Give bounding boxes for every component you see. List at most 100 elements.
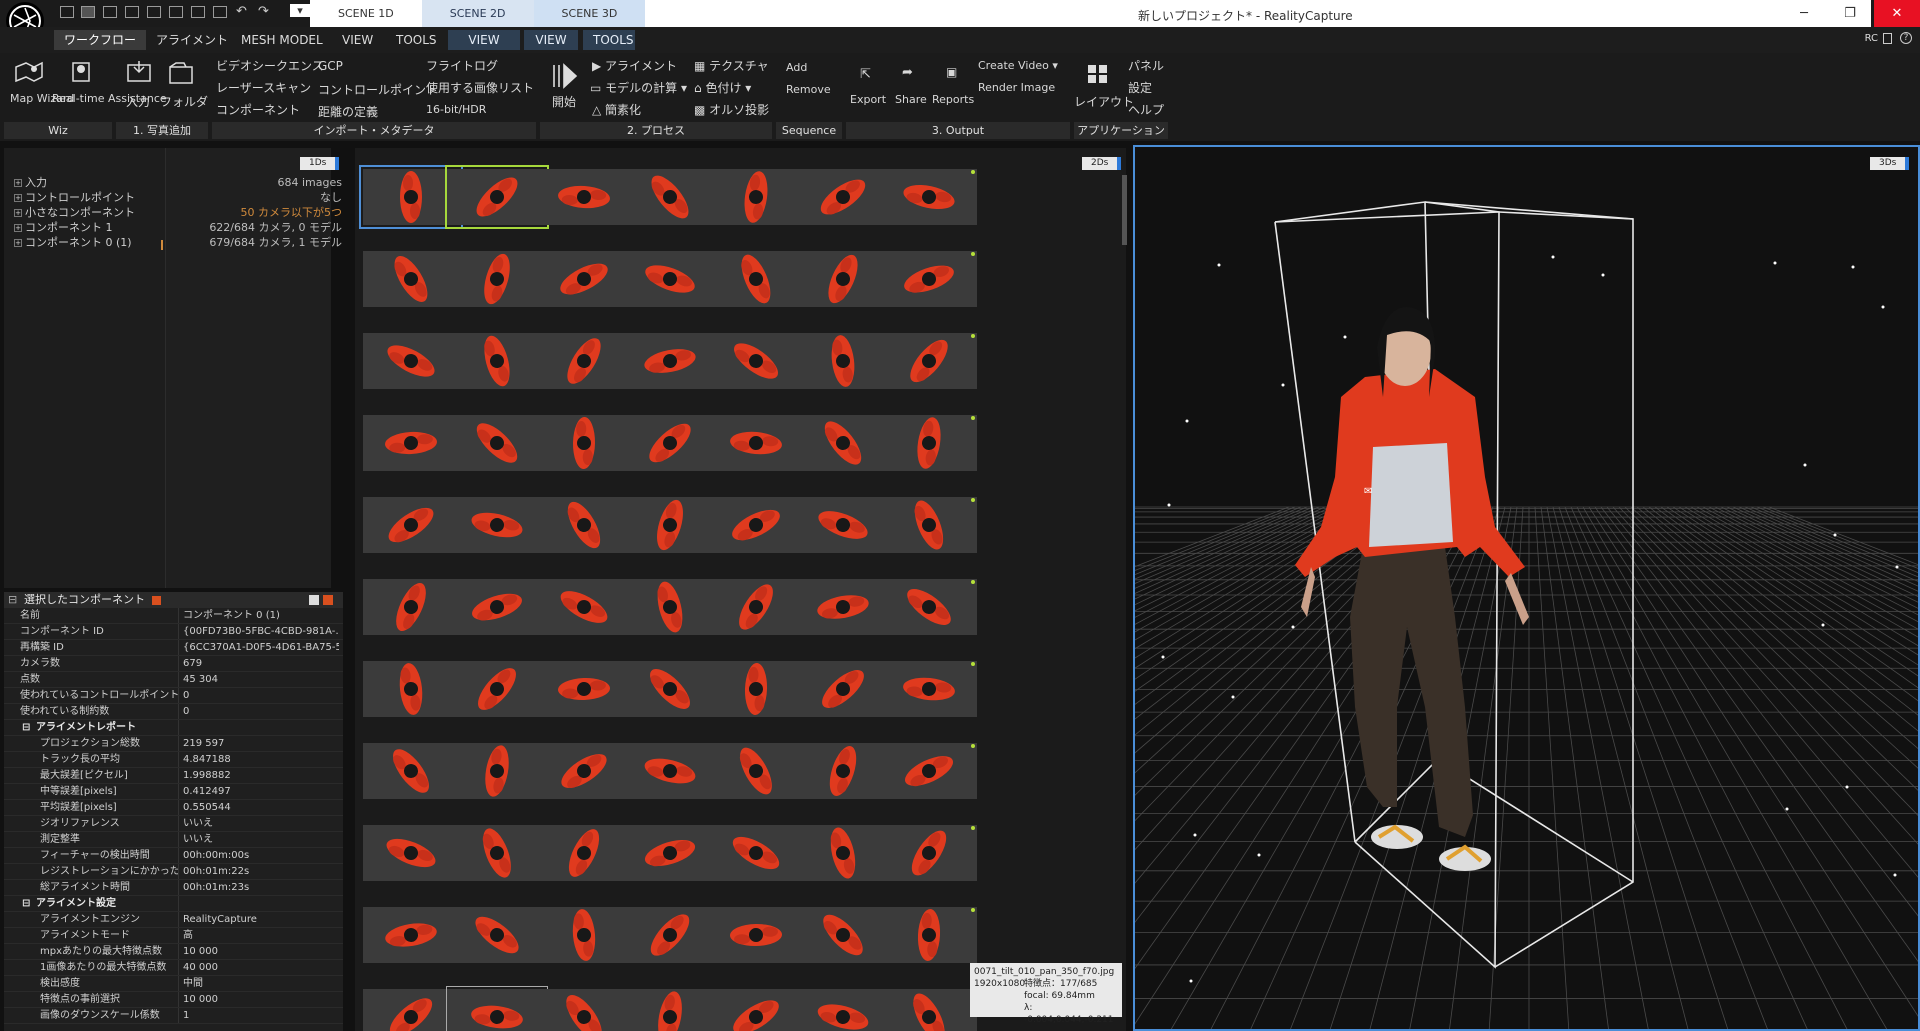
video-sequence-button[interactable]: ビデオシークエンス [216,57,324,74]
undo-icon[interactable]: ↶ [236,4,247,19]
minimize-button[interactable]: ─ [1781,0,1827,27]
image-thumbnail[interactable] [449,497,546,553]
image-thumbnail[interactable] [535,251,632,307]
tab-tools[interactable]: TOOLS [386,30,447,50]
tab-scene-2d[interactable]: SCENE 2D [421,0,534,27]
image-thumbnail[interactable] [363,743,459,799]
scene-3d-canvas[interactable]: ✉ [1135,147,1920,1031]
tree-item-small-components[interactable]: + 小さなコンポーネント [4,205,165,220]
image-thumbnail[interactable] [363,661,459,717]
image-thumbnail[interactable] [363,907,459,963]
tab-scene-1d[interactable]: SCENE 1D [310,0,422,27]
property-row[interactable]: 平均誤差[pixels] 0.550544 [4,800,343,816]
property-row[interactable]: レジストレーションにかかった時間 00h:01m:22s [4,864,343,880]
share-button[interactable]: Share [895,93,927,106]
image-thumbnail[interactable] [535,497,632,553]
property-row[interactable]: mpxあたりの最大特徴点数 10 000 [4,944,343,960]
image-thumbnail[interactable] [708,169,805,225]
expand-icon[interactable]: + [14,224,22,232]
expand-icon[interactable]: + [14,179,22,187]
image-thumbnail[interactable] [708,415,805,471]
image-thumbnail[interactable] [708,907,805,963]
image-list-button[interactable]: 使用する画像リスト [426,79,534,96]
redo-icon[interactable]: ↷ [258,4,269,19]
image-thumbnail[interactable] [449,333,546,389]
pin-icon[interactable] [309,595,319,605]
image-thumbnail[interactable] [445,165,550,229]
expand-icon[interactable]: + [14,194,22,202]
image-thumbnail[interactable] [880,907,977,963]
tree-item-control-points[interactable]: + コントロールポイント [4,190,165,205]
image-thumbnail[interactable] [446,986,549,1031]
realtime-assistance-button[interactable]: Real-time Assistance [52,93,167,105]
property-row[interactable]: コンポーネント ID {00FD73B0-5FBC-4CBD-981A-… [4,624,343,640]
image-thumbnail[interactable] [708,333,805,389]
collapse-icon[interactable]: ⊟ [8,592,17,608]
property-row[interactable]: 1画像あたりの最大特徴点数 40 000 [4,960,343,976]
image-thumbnail[interactable] [363,415,459,471]
image-thumbnail[interactable] [794,579,891,635]
sequence-remove-button[interactable]: Remove [786,83,831,96]
image-thumbnail[interactable] [708,825,805,881]
image-thumbnail[interactable] [794,497,891,553]
image-thumbnail[interactable] [708,743,805,799]
quick-layout-icon[interactable] [60,6,74,18]
image-thumbnail[interactable] [708,579,805,635]
quick-layout-5-icon[interactable] [147,6,161,18]
image-thumbnail[interactable] [535,989,632,1031]
image-thumbnail[interactable] [880,333,977,389]
folder-icon[interactable] [164,59,198,89]
realtime-assistance-icon[interactable] [64,57,98,87]
image-thumbnail[interactable] [621,825,718,881]
image-thumbnail[interactable] [794,989,891,1031]
image-thumbnail[interactable] [359,165,463,229]
start-button[interactable]: 開始 [552,93,576,110]
hdr-button[interactable]: 16-bit/HDR [426,103,486,116]
property-row[interactable]: 再構築 ID {6CC370A1-D0F5-4D61-BA75-5… [4,640,343,656]
start-icon[interactable] [550,61,578,91]
quick-layout-7-icon[interactable] [191,6,205,18]
tab-view[interactable]: VIEW [332,30,383,50]
image-thumbnail[interactable] [449,907,546,963]
image-thumbnail[interactable] [794,169,891,225]
image-thumbnail[interactable] [363,989,459,1031]
expand-icon[interactable]: + [14,209,22,217]
property-row[interactable]: トラック長の平均 4.847188 [4,752,343,768]
image-thumbnail[interactable] [449,661,546,717]
image-thumbnail[interactable] [621,579,718,635]
property-row[interactable]: 名前 コンポーネント 0 (1) [4,608,343,624]
tab-workflow[interactable]: ワークフロー [54,30,147,50]
image-thumbnail[interactable] [880,579,977,635]
input-button[interactable]: 入力 [126,93,150,110]
image-thumbnail[interactable] [363,333,459,389]
expand-icon[interactable]: + [14,239,22,247]
tree-item-input[interactable]: + 入力 [4,175,165,190]
image-thumbnail[interactable] [621,743,718,799]
image-thumbnail[interactable] [794,251,891,307]
help-icon[interactable]: ? [1900,32,1912,44]
property-row[interactable]: 画像のダウンスケール係数 1 [4,1008,343,1024]
property-row[interactable]: プロジェクション総数 219 597 [4,736,343,752]
tab-view-3d[interactable]: VIEW [524,30,578,50]
property-row[interactable]: 最大誤差[ピクセル] 1.998882 [4,768,343,784]
image-thumbnail[interactable] [449,415,546,471]
property-row[interactable]: 使われているコントロールポイント数 0 [4,688,343,704]
property-row[interactable]: アライメントモード高 [4,928,343,944]
create-video-button[interactable]: Create Video ▾ [978,59,1058,72]
tab-scene-3d[interactable]: SCENE 3D [533,0,646,27]
image-thumbnail[interactable] [363,497,459,553]
compute-model-button[interactable]: ▭ モデルの計算 ▾ [590,79,687,96]
map-wizard-icon[interactable] [12,57,46,87]
image-grid-scrollbar[interactable] [1122,175,1127,245]
property-row[interactable]: アライメントエンジン RealityCapture [4,912,343,928]
image-thumbnail[interactable] [880,169,977,225]
folder-button[interactable]: フォルダ [160,93,208,110]
align-button[interactable]: ▶ アライメント [592,57,677,74]
image-thumbnail[interactable] [794,415,891,471]
property-row[interactable]: カメラ数 679 [4,656,343,672]
flight-log-button[interactable]: フライトログ [426,57,498,74]
image-thumbnail[interactable] [621,251,718,307]
component-import-button[interactable]: コンポーネント [216,101,300,118]
property-row[interactable]: 中等誤差[pixels] 0.412497 [4,784,343,800]
image-thumbnail[interactable] [535,825,632,881]
